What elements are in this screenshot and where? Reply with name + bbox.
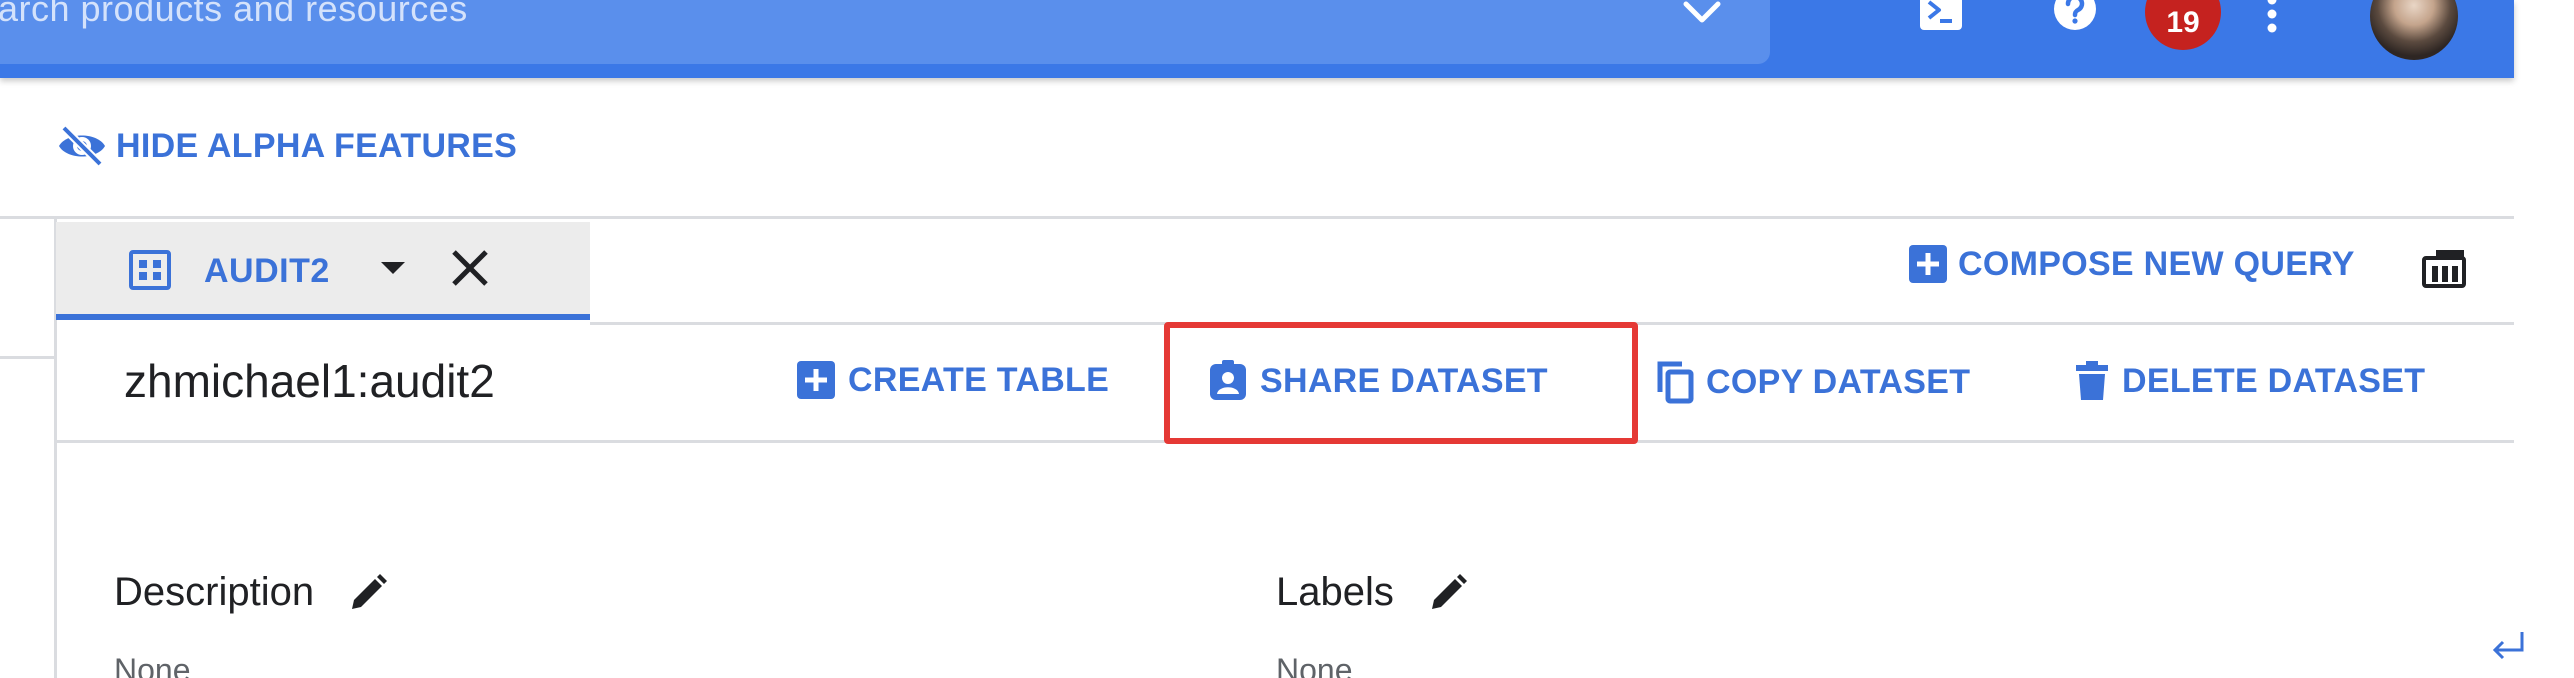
notification-count: 19 — [2166, 6, 2200, 39]
create-table-label: CREATE TABLE — [848, 360, 1110, 399]
edit-pencil-icon[interactable] — [348, 573, 388, 613]
description-value: None — [114, 652, 191, 678]
add-box-icon — [797, 361, 835, 399]
divider — [0, 216, 2514, 219]
close-icon[interactable] — [446, 244, 494, 292]
divider — [0, 356, 56, 359]
copy-dataset-button[interactable]: COPY DATASET — [1656, 360, 1970, 404]
dataset-title: zhmichael1:audit2 — [124, 355, 495, 407]
description-heading: Description — [114, 570, 388, 615]
avatar[interactable] — [2370, 0, 2458, 60]
hide-alpha-features-button[interactable]: HIDE ALPHA FEATURES — [56, 122, 517, 170]
query-panel-icon[interactable] — [2420, 248, 2468, 288]
more-vert-icon[interactable] — [2262, 0, 2282, 38]
notification-badge[interactable]: 19 — [2145, 0, 2221, 50]
help-icon[interactable] — [2052, 0, 2098, 32]
labels-heading: Labels — [1276, 570, 1468, 615]
copy-icon — [1657, 361, 1694, 404]
labels-label: Labels — [1276, 570, 1394, 614]
tab-audit2[interactable]: AUDIT2 — [56, 222, 590, 320]
top-header-bar: arch products and resources 19 — [0, 0, 2514, 78]
bigquery-console-screen: arch products and resources 19 HIDE ALPH… — [0, 0, 2574, 678]
search-box[interactable]: arch products and resources — [0, 0, 1770, 64]
dataset-grid-icon — [129, 250, 171, 290]
compose-new-query-label: COMPOSE NEW QUERY — [1958, 244, 2355, 283]
tab-label: AUDIT2 — [204, 252, 330, 290]
copy-dataset-label: COPY DATASET — [1706, 362, 1971, 401]
search-dropdown-icon[interactable] — [1680, 0, 1724, 34]
compose-new-query-button[interactable]: COMPOSE NEW QUERY — [1908, 244, 2355, 284]
search-placeholder: arch products and resources — [0, 0, 468, 29]
description-label: Description — [114, 570, 315, 614]
add-box-icon — [1909, 245, 1947, 283]
share-dataset-highlight — [1164, 322, 1638, 444]
create-table-button[interactable]: CREATE TABLE — [796, 360, 1109, 400]
hide-alpha-features-label: HIDE ALPHA FEATURES — [116, 126, 518, 165]
delete-dataset-button[interactable]: DELETE DATASET — [2074, 360, 2425, 402]
labels-value: None — [1276, 652, 1353, 678]
delete-dataset-label: DELETE DATASET — [2122, 361, 2426, 400]
edit-pencil-icon[interactable] — [1428, 573, 1468, 613]
return-arrow-icon — [2492, 632, 2524, 660]
chevron-down-icon[interactable] — [378, 258, 408, 278]
eye-off-icon — [59, 126, 105, 166]
trash-icon — [2076, 361, 2108, 400]
cloud-shell-icon[interactable] — [1918, 0, 1964, 34]
